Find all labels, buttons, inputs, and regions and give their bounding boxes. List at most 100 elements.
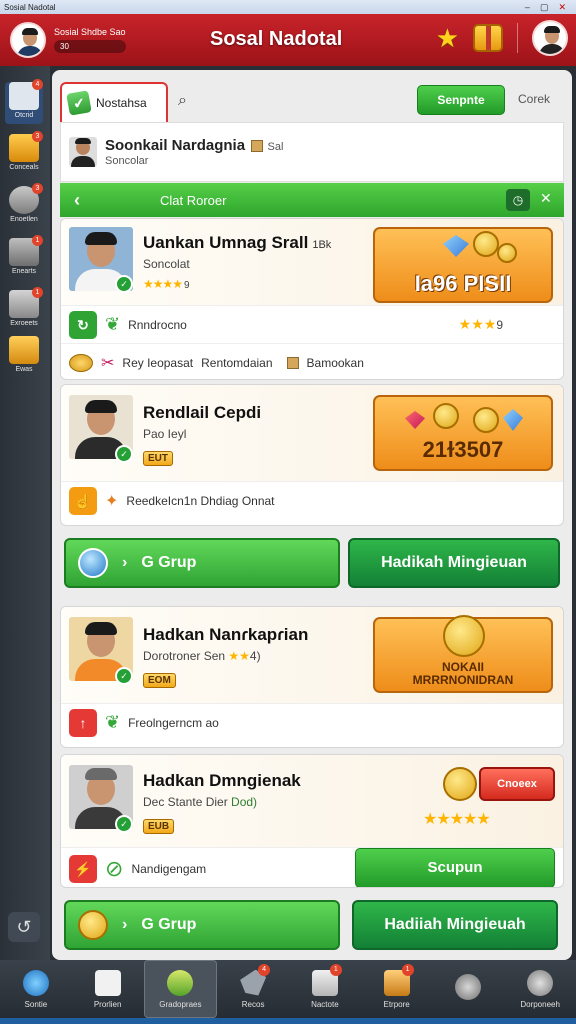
player-card[interactable]: ✓ Rendlail Cepdi Pao Ieyl EUT 21ɫ3507 ☝ … xyxy=(60,384,564,526)
arrow-up-icon[interactable]: ↑ xyxy=(69,708,97,737)
close-window-button[interactable]: ✕ xyxy=(558,2,566,13)
prize-banner[interactable]: 21ɫ3507 xyxy=(373,395,553,471)
notification-badge: 4 xyxy=(32,79,43,90)
chevron-right-icon: › xyxy=(122,554,128,571)
sidebar-item-rewards[interactable]: Ewas xyxy=(5,336,43,378)
coins-stack-icon xyxy=(69,353,93,372)
sidebar-item-profile[interactable]: 4 Otcrid xyxy=(5,79,43,124)
tools-icon: 3 xyxy=(9,183,43,214)
sidebar-item-label: Exroeets xyxy=(10,320,38,327)
user-avatar[interactable] xyxy=(10,22,46,58)
row-text: Rey Ieopasat xyxy=(122,355,194,370)
divider xyxy=(517,23,518,53)
player-card[interactable]: ✓ Uankan Umnag Srall 1Bk Soncolat ★★★★ 9 I… xyxy=(60,218,564,380)
reward-box-icon xyxy=(9,336,39,364)
window-title-bar: Sosial Nadotal – ▢ ✕ xyxy=(0,0,576,14)
notification-badge: 1 xyxy=(329,964,342,976)
coin-icon xyxy=(78,910,108,940)
globe-icon xyxy=(78,548,108,578)
group-button-label: G Grup xyxy=(141,916,197,933)
coin-icon xyxy=(433,403,459,429)
profile-row[interactable]: Soonkail Nardagnia Sal Soncolar xyxy=(60,122,564,182)
sign-up-button[interactable]: Scupun xyxy=(355,848,555,887)
section-title: Clat Roroer xyxy=(160,192,227,208)
sidebar-item-save[interactable]: 1 Exroeets xyxy=(5,287,43,332)
nav-label: Recos xyxy=(241,999,265,1009)
notification-badge: 1 xyxy=(32,287,43,298)
bolt-icon[interactable]: ⚡ xyxy=(69,854,97,883)
prize-banner[interactable]: Ia96 PISII xyxy=(373,227,553,303)
prize-banner[interactable]: NOKAII MRRRNONIDRAN xyxy=(373,615,553,693)
sidebar-item-label: Otcrid xyxy=(14,112,34,119)
nav-label: Nactote xyxy=(311,999,339,1009)
player-badge: EUB xyxy=(143,819,175,834)
nav-label: Gradopraes xyxy=(159,999,202,1009)
secondary-tab-button[interactable]: Corek xyxy=(518,92,550,106)
sidebar-item-events[interactable]: 1 Enearts xyxy=(5,235,43,280)
star-icon[interactable]: ★ xyxy=(436,25,459,51)
search-icon[interactable]: ⌕ xyxy=(178,92,187,110)
refresh-icon[interactable]: ↻ xyxy=(69,310,97,339)
nav-item-settings[interactable] xyxy=(433,960,505,1018)
gem-icon xyxy=(405,411,425,429)
nav-item-export[interactable]: 1 Etrpore xyxy=(361,960,433,1018)
maximize-button[interactable]: ▢ xyxy=(540,2,549,13)
nav-item-profile[interactable]: Prorlien xyxy=(72,960,144,1018)
hand-icon[interactable]: ☝ xyxy=(69,486,97,515)
player-badge: EOM xyxy=(143,673,176,688)
profile-icon: 4 xyxy=(9,79,43,110)
notification-badge: 1 xyxy=(401,964,414,976)
close-icon[interactable]: ✕ xyxy=(540,190,552,207)
coin-icon xyxy=(473,231,499,257)
player-sub: Soncolat xyxy=(143,257,190,271)
sidebar-item-chest[interactable]: 3 Conceals xyxy=(5,131,43,176)
verified-icon: ✓ xyxy=(115,275,133,293)
nav-item-more[interactable]: Dorponeeh xyxy=(504,960,576,1018)
card-row: ↑ ❦ Freolngerncm ao xyxy=(61,703,563,741)
app-title: Sosal Nadotal xyxy=(210,28,343,50)
group-button-label: G Grup xyxy=(141,554,197,571)
player-badge: EUT xyxy=(143,451,173,466)
group-button[interactable]: › G Grup xyxy=(64,900,340,950)
player-sub: Dorotroner Sen ★★4) xyxy=(143,649,261,663)
nav-item-records[interactable]: 4 Recos xyxy=(217,960,289,1018)
box-icon xyxy=(251,139,264,152)
nav-item-groups[interactable]: Gradopraes xyxy=(143,960,218,1018)
top-bar: Sosial Shdbe Sao 30 Sosal Nadotal ★ xyxy=(0,14,576,66)
left-sidebar: 4 Otcrid 3 Conceals 3 Enoetlen 1 Enearts… xyxy=(0,66,50,960)
player-name: Rendlail Cepdi xyxy=(143,403,262,422)
player-sub: Pao Ieyl xyxy=(143,427,187,441)
events-icon: 1 xyxy=(9,235,43,266)
card-row: ✂ Rey Ieopasat Rentomdaian Bamookan xyxy=(61,343,563,379)
friend-avatar[interactable] xyxy=(532,20,568,56)
notification-badge: 1 xyxy=(32,235,43,246)
player-rating: ★★★★★ xyxy=(423,811,491,828)
card-row: ⚡ ⊘ Nandigengam Scupun xyxy=(61,847,563,887)
profile-sub: Soncolar xyxy=(105,155,149,167)
weekly-gift-button[interactable]: Hadikah Mingieuan xyxy=(348,538,560,588)
primary-tab-button[interactable]: Senpnte xyxy=(417,85,505,115)
sidebar-item-tools[interactable]: 3 Enoetlen xyxy=(5,183,43,228)
weekly-gift-button[interactable]: Hadiiah Mingieuah xyxy=(352,900,558,950)
back-chevron-icon[interactable]: ‹ xyxy=(74,190,80,211)
group-button[interactable]: › G Grup xyxy=(64,538,340,588)
nav-label: Dorponeeh xyxy=(520,999,560,1009)
gift-icon[interactable] xyxy=(473,24,503,52)
player-rating: ★★★★ 9 xyxy=(143,277,190,291)
player-card[interactable]: ✓ Hadkan Nanɾkapɾian Dorotroner Sen ★★4)… xyxy=(60,606,564,748)
tabs-row: ✔ Nostahsa ⌕ Senpnte Corek xyxy=(60,82,564,122)
nav-item-home[interactable]: Sontie xyxy=(0,960,72,1018)
nav-item-notes[interactable]: 1 Nactote xyxy=(289,960,361,1018)
player-sub: Dec Stante Dier Dod) xyxy=(143,795,258,809)
tab-active[interactable]: ✔ Nostahsa xyxy=(60,82,168,122)
document-icon xyxy=(94,969,121,996)
clock-icon[interactable]: ◷ xyxy=(506,189,530,211)
minimize-button[interactable]: – xyxy=(525,2,530,13)
back-arrow-icon[interactable]: ↺ xyxy=(8,912,40,942)
claim-button[interactable]: Cnoeex xyxy=(479,767,555,801)
nav-label: Etrpore xyxy=(383,999,410,1009)
player-card[interactable]: ✓ Hadkan Dmngienak Dec Stante Dier Dod) … xyxy=(60,754,564,888)
verified-icon: ✓ xyxy=(115,667,133,685)
user-panel[interactable]: Sosial Shdbe Sao 30 xyxy=(10,22,126,58)
save-icon: 1 xyxy=(9,287,43,318)
